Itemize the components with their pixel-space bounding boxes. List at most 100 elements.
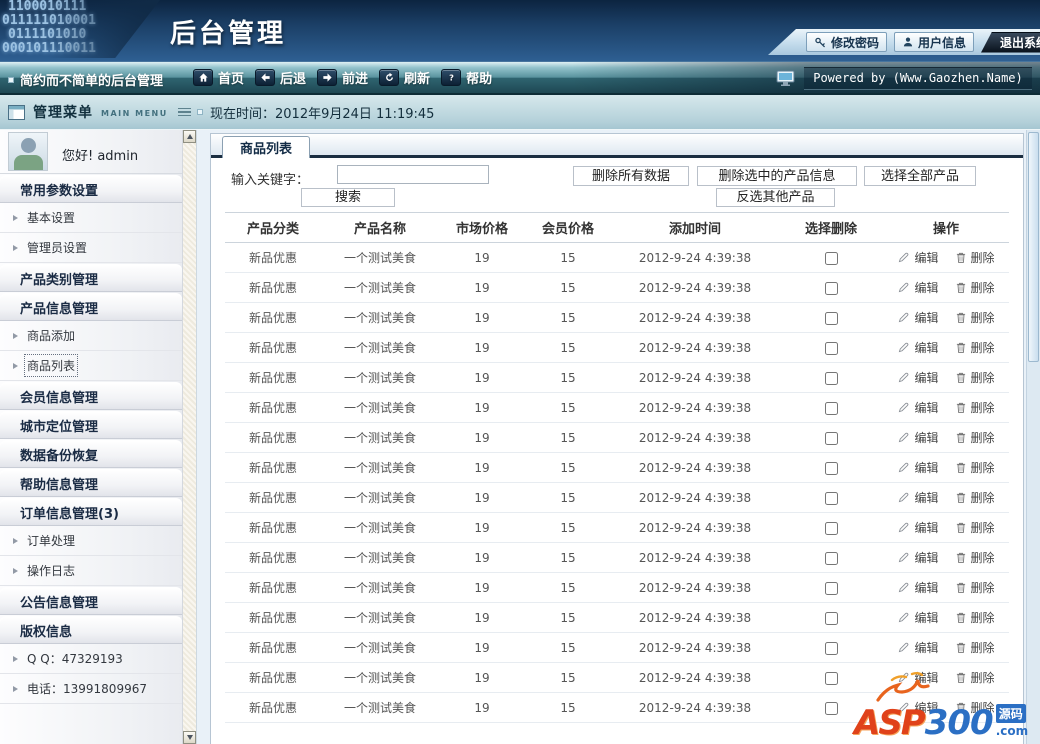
sidebar-item[interactable]: 商品列表 (0, 351, 182, 381)
edit-link[interactable]: 编辑 (897, 519, 938, 536)
delete-link[interactable]: 删除 (955, 279, 995, 296)
delete-link[interactable]: 删除 (955, 489, 995, 506)
edit-link[interactable]: 编辑 (897, 459, 938, 476)
delete-link[interactable]: 删除 (955, 369, 995, 386)
sidebar-item[interactable]: 订单信息管理(3) (0, 498, 182, 526)
delete-selected-button[interactable]: 删除选中的产品信息 (697, 166, 857, 186)
nav-item-help[interactable]: ?帮助 (441, 68, 492, 87)
row-checkbox[interactable] (825, 522, 838, 535)
sidebar-item-label: 订单信息管理(3) (20, 503, 119, 522)
delete-link[interactable]: 删除 (955, 249, 995, 266)
edit-link[interactable]: 编辑 (897, 579, 938, 596)
row-checkbox[interactable] (825, 462, 838, 475)
sidebar-item[interactable]: 城市定位管理 (0, 411, 182, 439)
row-checkbox[interactable] (825, 672, 838, 685)
row-checkbox[interactable] (825, 312, 838, 325)
hamburger-icon[interactable] (176, 106, 193, 119)
sidebar-item[interactable]: 帮助信息管理 (0, 469, 182, 497)
scroll-down-button[interactable] (183, 731, 196, 744)
delete-link[interactable]: 删除 (955, 339, 995, 356)
sidebar-item[interactable]: 数据备份恢复 (0, 440, 182, 468)
trash-icon (955, 251, 967, 264)
delete-link[interactable]: 删除 (955, 519, 995, 536)
nav-item-home[interactable]: 首页 (193, 68, 244, 87)
cell-name: 一个测试美食 (321, 333, 439, 363)
edit-link[interactable]: 编辑 (897, 399, 938, 416)
row-checkbox[interactable] (825, 252, 838, 265)
sidebar-scrollbar[interactable] (183, 130, 197, 744)
delete-link[interactable]: 删除 (955, 549, 995, 566)
delete-link[interactable]: 删除 (955, 639, 995, 656)
bullet-square-icon (197, 109, 203, 115)
delete-all-button[interactable]: 删除所有数据 (573, 166, 689, 186)
sidebar-item[interactable]: 订单处理 (0, 526, 182, 556)
logout-button[interactable]: 退出系统 (981, 32, 1040, 53)
scroll-up-button[interactable] (183, 130, 196, 143)
user-info-button[interactable]: 用户信息 (894, 32, 974, 52)
row-checkbox[interactable] (825, 492, 838, 505)
sidebar-item[interactable]: 公告信息管理 (0, 587, 182, 615)
row-checkbox[interactable] (825, 582, 838, 595)
row-checkbox[interactable] (825, 612, 838, 625)
edit-link[interactable]: 编辑 (897, 279, 938, 296)
row-checkbox[interactable] (825, 552, 838, 565)
edit-label: 编辑 (914, 489, 938, 506)
edit-link[interactable]: 编辑 (897, 489, 938, 506)
home-icon (193, 69, 213, 86)
cell-category: 新品优惠 (225, 453, 321, 483)
sidebar-item[interactable]: 会员信息管理 (0, 382, 182, 410)
cell-member-price: 15 (525, 393, 611, 423)
delete-link[interactable]: 删除 (955, 459, 995, 476)
delete-link[interactable]: 删除 (955, 399, 995, 416)
sidebar-item[interactable]: 操作日志 (0, 556, 182, 586)
nav-item-forward[interactable]: 前进 (317, 68, 368, 87)
edit-link[interactable]: 编辑 (897, 249, 938, 266)
row-checkbox[interactable] (825, 372, 838, 385)
delete-link[interactable]: 删除 (955, 609, 995, 626)
select-all-button[interactable]: 选择全部产品 (864, 166, 976, 186)
sidebar-item[interactable]: 常用参数设置 (0, 175, 182, 203)
sidebar-item[interactable]: Q Q：47329193 (0, 644, 182, 674)
edit-link[interactable]: 编辑 (897, 339, 938, 356)
sidebar-item[interactable]: 商品添加 (0, 321, 182, 351)
delete-link[interactable]: 删除 (955, 429, 995, 446)
delete-link[interactable]: 删除 (955, 579, 995, 596)
cell-category: 新品优惠 (225, 603, 321, 633)
invert-selection-button[interactable]: 反选其他产品 (716, 188, 835, 207)
col-header-0: 产品分类 (225, 213, 321, 243)
delete-link[interactable]: 删除 (955, 309, 995, 326)
sidebar-item[interactable]: 管理员设置 (0, 233, 182, 263)
row-checkbox[interactable] (825, 702, 838, 715)
delete-label: 删除 (971, 609, 995, 626)
arrow-right-icon (13, 333, 18, 339)
edit-link[interactable]: 编辑 (897, 549, 938, 566)
sidebar-item[interactable]: 产品信息管理 (0, 293, 182, 321)
nav-item-back[interactable]: 后退 (255, 68, 306, 87)
sidebar-item[interactable]: 基本设置 (0, 203, 182, 233)
edit-link[interactable]: 编辑 (897, 309, 938, 326)
menu-title: 管理菜单 (33, 102, 93, 122)
main-scrollbar[interactable] (1026, 130, 1040, 744)
cell-category: 新品优惠 (225, 573, 321, 603)
row-checkbox[interactable] (825, 282, 838, 295)
scrollbar-thumb[interactable] (1028, 132, 1039, 362)
sidebar-item[interactable]: 产品类别管理 (0, 264, 182, 292)
row-checkbox[interactable] (825, 432, 838, 445)
change-password-button[interactable]: 修改密码 (806, 32, 887, 52)
row-checkbox[interactable] (825, 342, 838, 355)
cell-category: 新品优惠 (225, 513, 321, 543)
product-table: 产品分类产品名称市场价格会员价格添加时间选择删除操作新品优惠一个测试美食1915… (225, 212, 1009, 723)
row-checkbox[interactable] (825, 642, 838, 655)
nav-item-refresh[interactable]: 刷新 (379, 68, 430, 87)
keyword-input[interactable] (337, 165, 489, 184)
cell-operations: 编辑删除 (883, 303, 1009, 333)
sidebar-item[interactable]: 版权信息 (0, 616, 182, 644)
edit-link[interactable]: 编辑 (897, 429, 938, 446)
search-button[interactable]: 搜索 (301, 188, 395, 207)
tab-product-list[interactable]: 商品列表 (222, 136, 310, 158)
row-checkbox[interactable] (825, 402, 838, 415)
edit-link[interactable]: 编辑 (897, 609, 938, 626)
edit-link[interactable]: 编辑 (897, 639, 938, 656)
sidebar-item[interactable]: 电话：13991809967 (0, 674, 182, 704)
edit-link[interactable]: 编辑 (897, 369, 938, 386)
